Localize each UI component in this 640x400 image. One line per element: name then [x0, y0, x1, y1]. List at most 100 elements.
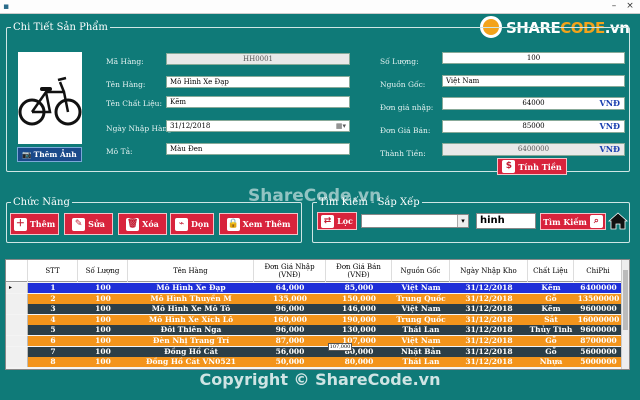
table-cell[interactable]: 1	[28, 283, 78, 293]
table-cell[interactable]: 190,000	[326, 315, 392, 325]
table-vertical-scrollbar[interactable]	[621, 260, 629, 369]
table-row[interactable]: 6 100 Đèn Nhị Trang Trí 87,000 107,000 Việt N…	[6, 336, 623, 346]
table-cell[interactable]: 31/12/2018	[450, 304, 528, 314]
table-cell[interactable]: Việt Nam	[392, 304, 450, 314]
table-cell[interactable]: Mô Hình Xe Mô Tô	[128, 304, 254, 314]
table-cell[interactable]: 5600000	[574, 347, 623, 357]
table-cell[interactable]: Việt Nam	[392, 336, 450, 346]
col-don-gia-ban[interactable]: Đơn Giá Bán (VNĐ)	[326, 260, 392, 282]
table-cell[interactable]: Mô Hình Thuyền M	[128, 294, 254, 304]
table-cell[interactable]: 80,000	[326, 357, 392, 367]
table-cell[interactable]: Kẽm	[528, 304, 574, 314]
table-cell[interactable]: 6400000	[574, 283, 623, 293]
ngay-nhap-datepicker[interactable]: 31/12/2018 ▦▾	[166, 120, 350, 132]
table-cell[interactable]: 130,000	[326, 325, 392, 335]
table-cell[interactable]: Mô Hình Xe Đạp	[128, 283, 254, 293]
col-chat-lieu[interactable]: Chất Liệu	[528, 260, 574, 282]
col-stt[interactable]: STT	[28, 260, 78, 282]
table-cell[interactable]: 31/12/2018	[450, 283, 528, 293]
search-input[interactable]: hinh	[476, 213, 536, 229]
add-photo-button[interactable]: 📷 Thêm Ảnh	[17, 147, 82, 162]
table-row[interactable]: 2 100 Mô Hình Thuyền M 135,000 150,000 Trung …	[6, 293, 623, 304]
table-cell[interactable]: 100	[78, 304, 128, 314]
col-ten-hang[interactable]: Tên Hàng	[128, 260, 254, 282]
table-row[interactable]: 3 100 Mô Hình Xe Mô Tô 96,000 146,000 Việt Na…	[6, 304, 623, 315]
close-button[interactable]: ×	[624, 1, 636, 12]
mo-ta-field[interactable]: Màu Đen	[166, 143, 350, 155]
table-cell[interactable]: 31/12/2018	[450, 357, 528, 367]
table-cell[interactable]: Đồng Hồ Cát VN0521	[128, 357, 254, 367]
table-cell[interactable]: 6	[28, 336, 78, 346]
sort-select[interactable]: ▾	[361, 214, 469, 228]
table-cell[interactable]: Trung Quốc	[392, 315, 450, 325]
don-gia-ban-field[interactable]: 85000 VNĐ	[442, 120, 625, 133]
row-selector[interactable]	[6, 346, 28, 357]
table-cell[interactable]: Kẽm	[528, 283, 574, 293]
table-cell[interactable]: 135,000	[254, 294, 326, 304]
table-cell[interactable]: 100	[78, 347, 128, 357]
view-more-button[interactable]: 🔒 Xem Thêm	[219, 213, 298, 235]
don-gia-nhap-field[interactable]: 64000 VNĐ	[442, 97, 625, 110]
table-cell[interactable]: 100	[78, 283, 128, 293]
calendar-icon[interactable]: ▦▾	[336, 121, 346, 132]
col-chiphi[interactable]: ChiPhi	[574, 260, 623, 282]
table-cell[interactable]: 100	[78, 336, 128, 346]
table-cell[interactable]: Gỗ	[528, 336, 574, 346]
scrollbar-thumb[interactable]	[623, 270, 628, 330]
table-row[interactable]: ▸ 1 100 Mô Hình Xe Đạp 64,000 85,000 Việt Nam 3…	[6, 283, 623, 293]
table-cell[interactable]: 31/12/2018	[450, 336, 528, 346]
table-cell[interactable]: 100	[78, 315, 128, 325]
col-nguon-goc[interactable]: Nguồn Gốc	[392, 260, 450, 282]
table-cell[interactable]: 4	[28, 315, 78, 325]
delete-button[interactable]: 🗑 Xóa	[118, 213, 167, 235]
table-cell[interactable]: 5000000	[574, 357, 623, 367]
table-cell[interactable]: Nhựa	[528, 357, 574, 367]
nguon-goc-field[interactable]: Việt Nam	[442, 75, 625, 87]
table-cell[interactable]: 16000000	[574, 315, 623, 325]
row-selector[interactable]	[6, 304, 28, 315]
table-cell[interactable]: 85,000	[326, 283, 392, 293]
col-ngay-nhap-kho[interactable]: Ngày Nhập Kho	[450, 260, 528, 282]
table-cell[interactable]: Đôi Thiên Nga	[128, 325, 254, 335]
table-cell[interactable]: 31/12/2018	[450, 347, 528, 357]
clear-button[interactable]: ⌁ Dọn	[170, 213, 214, 235]
table-cell[interactable]: 8	[28, 357, 78, 367]
table-cell[interactable]: 31/12/2018	[450, 325, 528, 335]
table-cell[interactable]: 160,000	[254, 315, 326, 325]
table-cell[interactable]: 5	[28, 325, 78, 335]
table-cell[interactable]: Thái Lan	[392, 325, 450, 335]
row-selector[interactable]	[6, 336, 28, 346]
table-row[interactable]: 7 100 Đồng Hồ Cát 56,000 80,000 Nhật Bản 31/12…	[6, 346, 623, 357]
table-cell[interactable]: 146,000	[326, 304, 392, 314]
table-cell[interactable]: Thái Lan	[392, 357, 450, 367]
table-cell[interactable]: 56,000	[254, 347, 326, 357]
minimize-button[interactable]: –	[608, 1, 620, 12]
table-cell[interactable]: 31/12/2018	[450, 315, 528, 325]
table-cell[interactable]: 96,000	[254, 304, 326, 314]
table-cell[interactable]: Trung Quốc	[392, 294, 450, 304]
table-cell[interactable]: Sắt	[528, 315, 574, 325]
table-cell[interactable]: 31/12/2018	[450, 294, 528, 304]
table-cell[interactable]: 13500000	[574, 294, 623, 304]
table-row[interactable]: 4 100 Mô Hình Xe Xích Lô 160,000 190,000 Trun…	[6, 314, 623, 325]
so-luong-field[interactable]: 100	[442, 52, 625, 64]
table-cell[interactable]: 150,000	[326, 294, 392, 304]
ten-hang-field[interactable]: Mô Hình Xe Đạp	[166, 76, 350, 88]
table-cell[interactable]: Việt Nam	[392, 283, 450, 293]
table-cell[interactable]: Thủy Tinh	[528, 325, 574, 335]
table-cell[interactable]: 9600000	[574, 325, 623, 335]
table-cell[interactable]: 100	[78, 357, 128, 367]
ma-hang-field[interactable]: HH0001	[166, 53, 350, 65]
row-selector[interactable]	[6, 357, 28, 368]
col-so-luong[interactable]: Số Lượng	[78, 260, 128, 282]
row-selector[interactable]	[6, 314, 28, 325]
table-cell[interactable]: 3	[28, 304, 78, 314]
row-selector[interactable]	[6, 325, 28, 336]
table-cell[interactable]: 7	[28, 347, 78, 357]
table-cell[interactable]: 50,000	[254, 357, 326, 367]
table-row[interactable]: 8 100 Đồng Hồ Cát VN0521 50,000 80,000 Thái L…	[6, 357, 623, 368]
table-row[interactable]: 5 100 Đôi Thiên Nga 96,000 130,000 Thái Lan 31…	[6, 325, 623, 336]
row-selector[interactable]	[6, 293, 28, 304]
table-cell[interactable]: 100	[78, 294, 128, 304]
home-icon[interactable]	[608, 212, 628, 230]
